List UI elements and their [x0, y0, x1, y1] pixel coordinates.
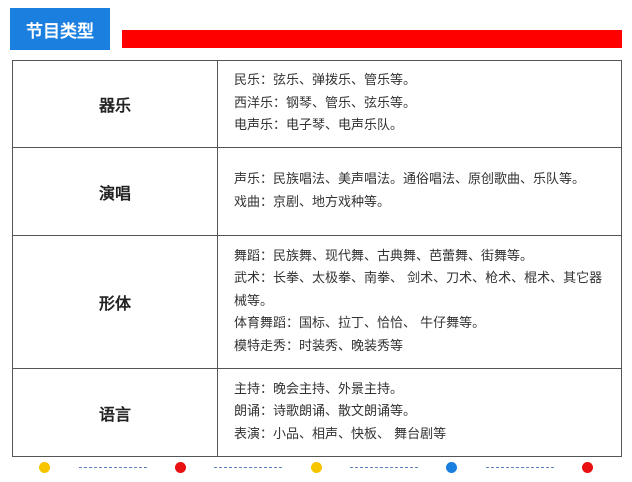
section-title-tab: 节目类型 — [10, 8, 110, 50]
footer-dot — [311, 462, 322, 473]
detail-line: 朗诵：诗歌朗诵、散文朗诵等。 — [234, 404, 417, 420]
detail-cell: 舞蹈：民族舞、现代舞、古典舞、芭蕾舞、街舞等。 武术：长拳、太极拳、南拳、 剑术… — [217, 235, 622, 369]
detail-line: 模特走秀：时装秀、晚装秀等 — [234, 338, 404, 354]
footer-dot — [446, 462, 457, 473]
table-row: 演唱 声乐：民族唱法、美声唱法。通俗唱法、原创歌曲、乐队等。 戏曲：京剧、地方戏… — [12, 147, 622, 236]
detail-line: 表演：小品、相声、快板、 舞台剧等 — [234, 426, 447, 442]
footer-dash — [486, 467, 554, 468]
footer-dot — [582, 462, 593, 473]
footer-dash — [350, 467, 418, 468]
detail-line: 声乐：民族唱法、美声唱法。通俗唱法、原创歌曲、乐队等。 — [234, 172, 586, 187]
detail-cell: 民乐：弦乐、弹拨乐、管乐等。 西洋乐：钢琴、管乐、弦乐等。 电声乐：电子琴、电声… — [217, 60, 622, 148]
category-cell: 形体 — [12, 235, 218, 369]
program-types-table: 器乐 民乐：弦乐、弹拨乐、管乐等。 西洋乐：钢琴、管乐、弦乐等。 电声乐：电子琴… — [12, 60, 622, 457]
footer-dot — [39, 462, 50, 473]
detail-line: 舞蹈：民族舞、现代舞、古典舞、芭蕾舞、街舞等。 — [234, 248, 534, 264]
detail-line: 武术：长拳、太极拳、南拳、 剑术、刀术、枪术、棍术、其它器械等。 — [234, 271, 603, 309]
detail-line: 西洋乐：钢琴、管乐、弦乐等。 — [234, 95, 417, 111]
decorative-footer — [0, 458, 632, 476]
detail-line: 体育舞蹈：国标、拉丁、恰恰、 牛仔舞等。 — [234, 316, 486, 332]
detail-line: 电声乐：电子琴、电声乐队。 — [234, 118, 404, 134]
footer-dash — [214, 467, 282, 468]
footer-dash — [79, 467, 147, 468]
footer-dot — [175, 462, 186, 473]
detail-cell: 声乐：民族唱法、美声唱法。通俗唱法、原创歌曲、乐队等。 戏曲：京剧、地方戏种等。 — [217, 147, 622, 236]
detail-line: 主持：晚会主持、外景主持。 — [234, 381, 404, 397]
table-row: 器乐 民乐：弦乐、弹拨乐、管乐等。 西洋乐：钢琴、管乐、弦乐等。 电声乐：电子琴… — [12, 60, 622, 148]
category-cell: 演唱 — [12, 147, 218, 236]
title-accent-bar — [122, 30, 622, 48]
detail-line: 民乐：弦乐、弹拨乐、管乐等。 — [234, 73, 417, 89]
table-row: 形体 舞蹈：民族舞、现代舞、古典舞、芭蕾舞、街舞等。 武术：长拳、太极拳、南拳、… — [12, 235, 622, 369]
detail-cell: 主持：晚会主持、外景主持。 朗诵：诗歌朗诵、散文朗诵等。 表演：小品、相声、快板… — [217, 368, 622, 457]
category-cell: 器乐 — [12, 60, 218, 148]
table-row: 语言 主持：晚会主持、外景主持。 朗诵：诗歌朗诵、散文朗诵等。 表演：小品、相声… — [12, 368, 622, 457]
detail-line: 戏曲：京剧、地方戏种等。 — [234, 194, 391, 210]
category-cell: 语言 — [12, 368, 218, 457]
